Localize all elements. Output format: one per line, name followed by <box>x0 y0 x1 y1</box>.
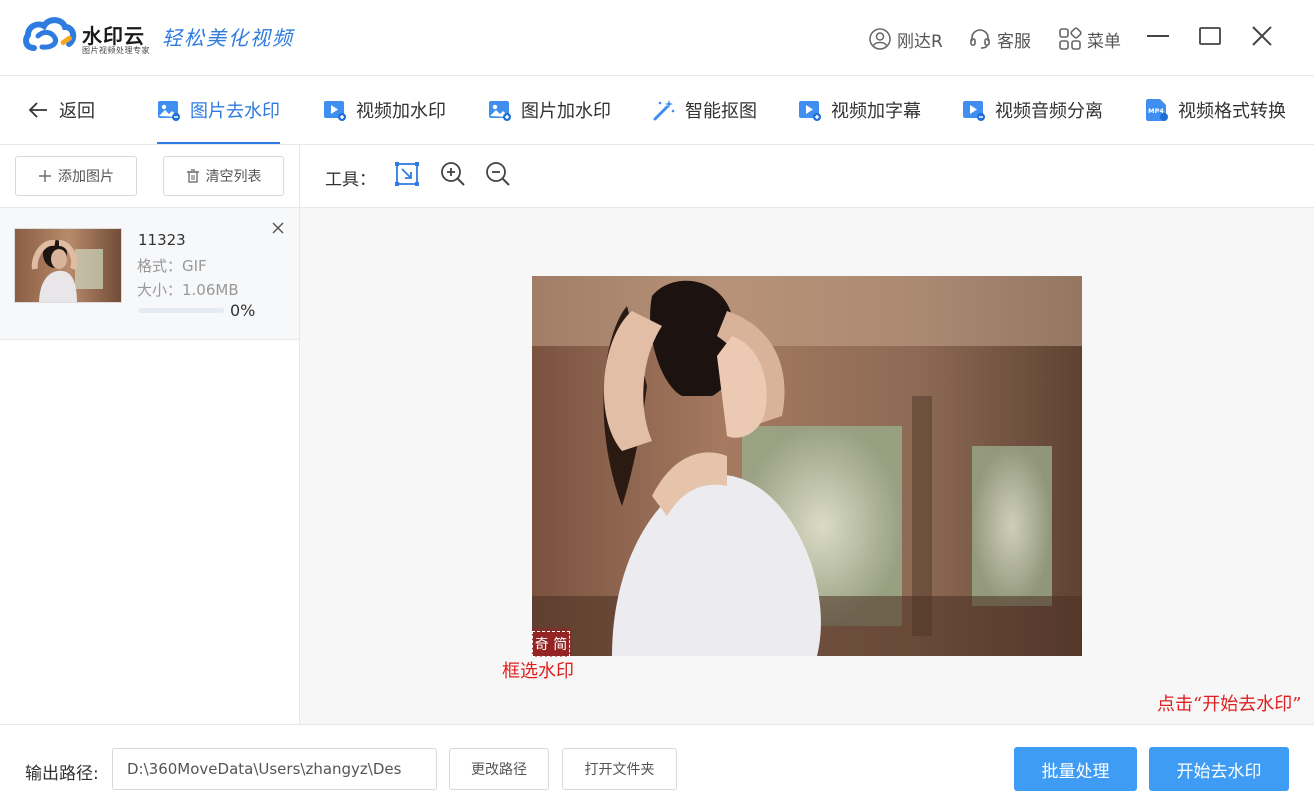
output-bar: 输出路径: D:\360MoveData\Users\zhangyz\Des 更… <box>0 724 1314 810</box>
app-slogan: 轻松美化视频 <box>162 26 294 50</box>
file-size: 大小：1.06MB <box>137 281 239 299</box>
video-icon <box>962 98 986 122</box>
user-name: 刚达R <box>897 31 943 52</box>
menu-button[interactable]: 菜单 <box>1058 24 1121 54</box>
arrow-left-icon <box>26 98 50 122</box>
preview-photo <box>532 276 1082 656</box>
add-image-label: 添加图片 <box>58 169 114 185</box>
service-label: 客服 <box>997 31 1031 52</box>
close-window-button[interactable] <box>1246 22 1278 54</box>
change-path-button[interactable]: 更改路径 <box>449 748 549 790</box>
maximize-icon <box>1198 24 1222 52</box>
title-bar: 水印云 图片视频处理专家 轻松美化视频 刚达R 客服 菜单 <box>0 0 1314 76</box>
tab-label: 视频格式转换 <box>1178 101 1286 122</box>
tools-label: 工具： <box>325 170 376 190</box>
list-item[interactable]: 11323 格式：GIF 大小：1.06MB 0% <box>0 208 299 340</box>
back-label: 返回 <box>59 101 95 122</box>
mp4-icon: MP4 <box>1145 98 1169 122</box>
app-logo: 水印云 图片视频处理专家 轻松美化视频 <box>22 14 302 60</box>
tab-label: 图片去水印 <box>190 101 280 122</box>
close-icon <box>272 219 284 238</box>
tab-smart-cutout[interactable]: 智能抠图 <box>652 76 757 144</box>
menu-label: 菜单 <box>1087 31 1121 52</box>
plus-icon <box>38 169 52 183</box>
zoom-out-button[interactable] <box>484 162 512 190</box>
minimize-button[interactable] <box>1142 22 1174 54</box>
select-box-icon <box>394 161 420 191</box>
magic-wand-icon <box>652 98 676 122</box>
progress-text: 0% <box>230 301 256 320</box>
customer-service-button[interactable]: 客服 <box>968 24 1031 54</box>
tab-label: 视频加字幕 <box>831 101 921 122</box>
image-icon <box>157 98 181 122</box>
output-path-label: 输出路径: <box>25 764 99 784</box>
trash-icon <box>186 169 200 183</box>
tab-label: 视频音频分离 <box>995 101 1103 122</box>
tab-label: 智能抠图 <box>685 101 757 122</box>
file-format: 格式：GIF <box>137 257 207 275</box>
image-preview[interactable] <box>532 276 1082 656</box>
maximize-button[interactable] <box>1194 22 1226 54</box>
zoom-in-icon <box>440 161 466 191</box>
select-box-button[interactable] <box>393 162 421 190</box>
tab-video-audio-split[interactable]: 视频音频分离 <box>962 76 1103 144</box>
remove-file-button[interactable] <box>270 220 286 236</box>
video-icon <box>323 98 347 122</box>
tab-image-add-watermark[interactable]: 图片加水印 <box>488 76 611 144</box>
app-subtitle: 图片视频处理专家 <box>82 46 150 55</box>
tab-video-add-watermark[interactable]: 视频加水印 <box>323 76 446 144</box>
start-remove-watermark-button[interactable]: 开始去水印 <box>1149 747 1289 791</box>
box-watermark-hint: 框选水印 <box>502 661 574 682</box>
video-icon <box>798 98 822 122</box>
tab-label: 视频加水印 <box>356 101 446 122</box>
headset-icon <box>968 27 992 51</box>
zoom-in-button[interactable] <box>439 162 467 190</box>
close-icon <box>1250 24 1274 52</box>
file-list-panel: 添加图片 清空列表 11323 格式：GIF 大小：1.06MB 0% <box>0 145 300 724</box>
tab-video-format-convert[interactable]: MP4 视频格式转换 <box>1145 76 1286 144</box>
clear-list-button[interactable]: 清空列表 <box>163 156 284 196</box>
cloud-logo-icon <box>23 17 77 51</box>
output-path-field[interactable]: D:\360MoveData\Users\zhangyz\Des <box>112 748 437 790</box>
grid-menu-icon <box>1058 27 1082 51</box>
file-thumbnail <box>14 228 122 303</box>
minimize-icon <box>1146 24 1170 52</box>
tab-label: 图片加水印 <box>521 101 611 122</box>
tab-video-add-subtitle[interactable]: 视频加字幕 <box>798 76 921 144</box>
progress-bar <box>138 308 224 313</box>
workspace: 工具： 奇 简 框选水印 点击“开始去水印” <box>300 145 1314 724</box>
tool-bar: 工具： <box>300 145 1314 208</box>
watermark-selection-box[interactable]: 奇 简 <box>532 631 570 657</box>
function-nav: 返回 图片去水印 视频加水印 图片加水印 智能抠图 视频加字幕 视频音频分离 M… <box>0 76 1314 145</box>
file-name: 11323 <box>138 231 186 249</box>
user-icon <box>868 27 892 51</box>
open-folder-button[interactable]: 打开文件夹 <box>562 748 677 790</box>
user-account[interactable]: 刚达R <box>868 24 943 54</box>
clear-list-label: 清空列表 <box>205 169 262 185</box>
batch-process-button[interactable]: 批量处理 <box>1014 747 1137 791</box>
back-button[interactable]: 返回 <box>26 76 95 144</box>
start-hint: 点击“开始去水印” <box>1157 694 1302 715</box>
add-image-button[interactable]: 添加图片 <box>15 156 137 196</box>
image-icon <box>488 98 512 122</box>
zoom-out-icon <box>485 161 511 191</box>
tab-image-remove-watermark[interactable]: 图片去水印 <box>157 76 280 144</box>
